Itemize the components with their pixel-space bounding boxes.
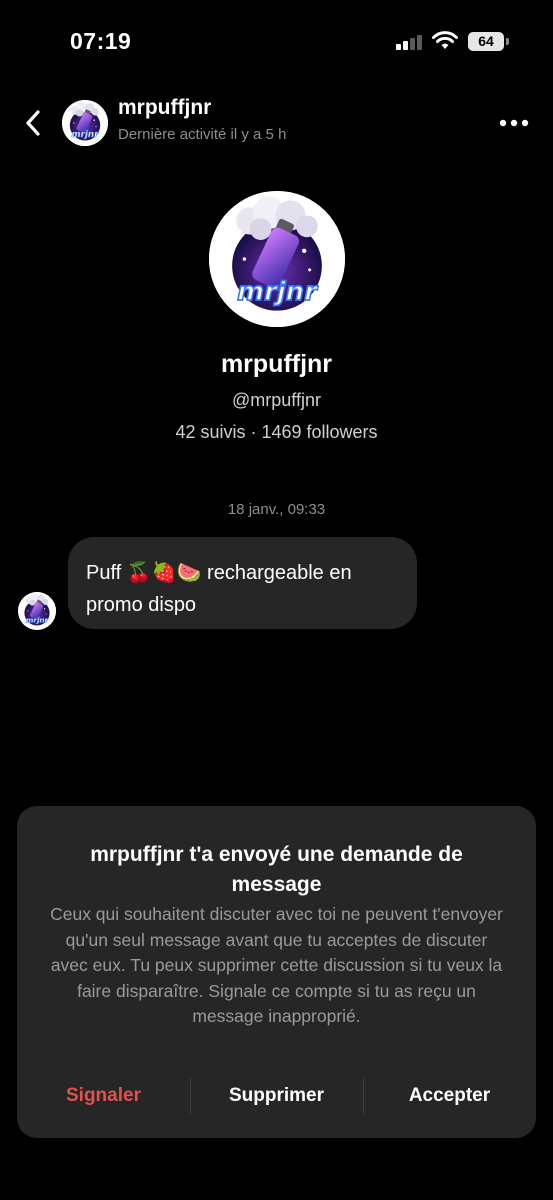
profile-stats: 42 suivis · 1469 followers xyxy=(175,422,378,442)
header-avatar[interactable] xyxy=(62,100,108,146)
request-description: Ceux qui souhaitent discuter avec toi ne… xyxy=(50,904,503,1026)
report-button[interactable]: Signaler xyxy=(17,1070,190,1122)
brand-logo xyxy=(62,100,108,146)
brand-logo xyxy=(209,191,345,327)
back-button[interactable] xyxy=(18,106,48,140)
sender-avatar[interactable] xyxy=(18,592,56,630)
signal-icon xyxy=(396,34,424,50)
more-options-button[interactable] xyxy=(494,110,534,136)
battery-cap xyxy=(506,38,509,45)
message-timestamp: 18 janv., 09:33 xyxy=(227,501,326,518)
message-bubble[interactable]: Puff 🍒🍓🍉 rechargeable en promo dispo xyxy=(68,537,417,629)
profile-handle: @mrpuffjnr xyxy=(232,390,321,410)
wifi-icon xyxy=(432,31,458,49)
header-username[interactable]: mrpuffjnr xyxy=(118,96,211,120)
request-title: mrpuffjnr t'a envoyé une demande de mess… xyxy=(90,843,463,896)
profile-name[interactable]: mrpuffjnr xyxy=(0,350,553,379)
brand-logo xyxy=(18,592,56,630)
chevron-left-icon xyxy=(26,110,40,136)
profile-avatar[interactable] xyxy=(209,191,345,327)
accept-button[interactable]: Accepter xyxy=(363,1070,536,1122)
status-time: 07:19 xyxy=(70,28,132,54)
battery-icon: 64 xyxy=(468,32,504,51)
more-horizontal-icon xyxy=(499,119,529,127)
delete-button[interactable]: Supprimer xyxy=(190,1070,363,1122)
message-request-card: mrpuffjnr t'a envoyé une demande de mess… xyxy=(17,806,536,1138)
last-activity: Dernière activité il y a 5 h xyxy=(118,126,287,143)
